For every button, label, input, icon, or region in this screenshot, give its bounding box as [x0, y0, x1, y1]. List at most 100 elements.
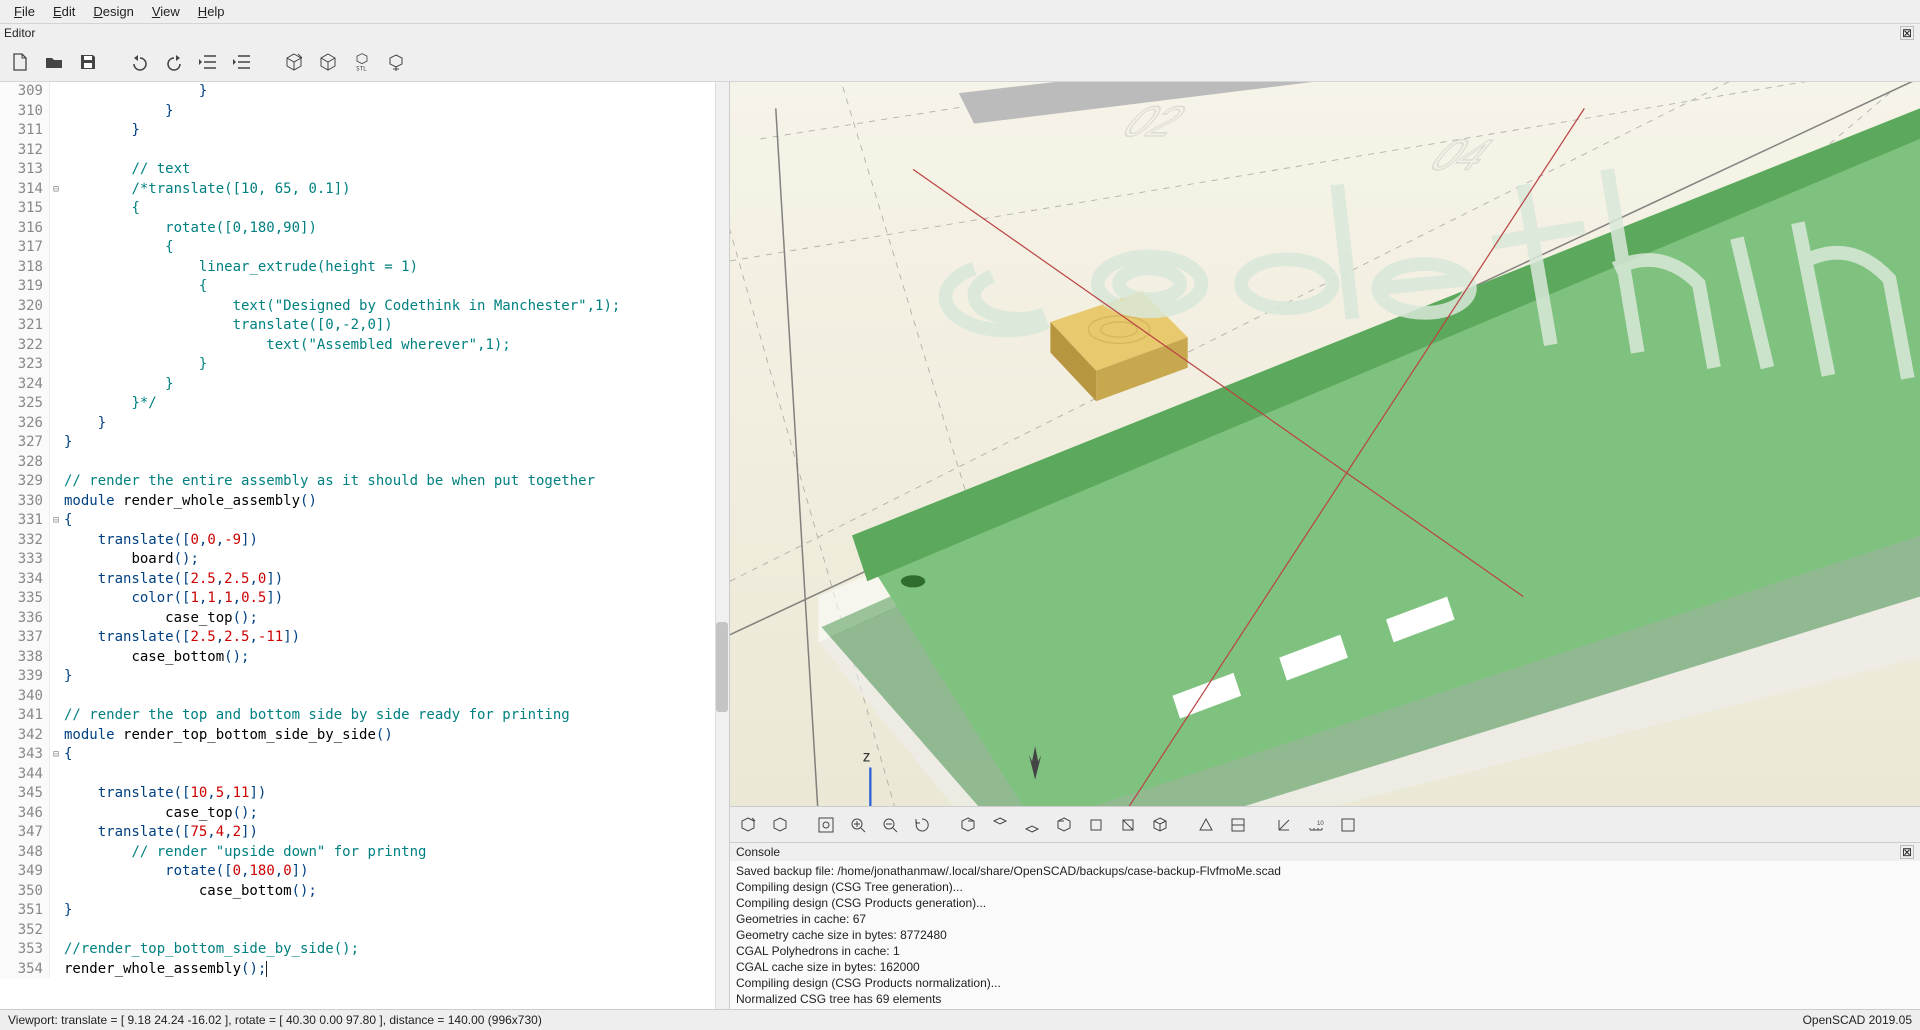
code-line[interactable]: 347 translate([75,4,2]) — [0, 823, 729, 843]
code-line[interactable]: 322 text("Assembled wherever",1); — [0, 336, 729, 356]
menu-design[interactable]: Design — [85, 2, 141, 21]
vt-view-back-icon[interactable] — [1116, 813, 1140, 837]
code-line[interactable]: 349 rotate([0,180,0]) — [0, 862, 729, 882]
vt-view-front-icon[interactable] — [1084, 813, 1108, 837]
code-line[interactable]: 333 board(); — [0, 550, 729, 570]
indent-icon[interactable] — [230, 50, 254, 74]
code-line[interactable]: 345 translate([10,5,11]) — [0, 784, 729, 804]
code-line[interactable]: 317 { — [0, 238, 729, 258]
vt-zoomin-icon[interactable] — [846, 813, 870, 837]
vt-ortho-icon[interactable] — [1226, 813, 1250, 837]
code-line[interactable]: 323 } — [0, 355, 729, 375]
console-line: Compiling design (CSG Products normaliza… — [736, 975, 1914, 991]
code-line[interactable]: 352 — [0, 921, 729, 941]
code-line[interactable]: 337 translate([2.5,2.5,-11]) — [0, 628, 729, 648]
open-icon[interactable] — [42, 50, 66, 74]
code-editor[interactable]: 309 }310 }311 }312313 // text314⊟ /*tran… — [0, 82, 729, 1009]
menu-edit[interactable]: Edit — [45, 2, 83, 21]
code-line[interactable]: 319 { — [0, 277, 729, 297]
vt-scale-icon[interactable]: 10 — [1304, 813, 1328, 837]
vt-axes-icon[interactable] — [1272, 813, 1296, 837]
redo-icon[interactable] — [162, 50, 186, 74]
console-line: Geometries in cache: 67 — [736, 911, 1914, 927]
vt-view-bottom-icon[interactable] — [1020, 813, 1044, 837]
code-line[interactable]: 338 case_bottom(); — [0, 648, 729, 668]
code-line[interactable]: 318 linear_extrude(height = 1) — [0, 258, 729, 278]
vt-zoomout-icon[interactable] — [878, 813, 902, 837]
send-print-icon[interactable] — [384, 50, 408, 74]
code-line[interactable]: 334 translate([2.5,2.5,0]) — [0, 570, 729, 590]
undo-icon[interactable] — [128, 50, 152, 74]
code-line[interactable]: 315 { — [0, 199, 729, 219]
render-icon[interactable] — [316, 50, 340, 74]
editor-label: Editor — [4, 26, 1900, 40]
console-line: Compiling design (CSG Products generatio… — [736, 895, 1914, 911]
unindent-icon[interactable] — [196, 50, 220, 74]
console-dock-title: Console ⊠ — [730, 842, 1920, 861]
code-line[interactable]: 314⊟ /*translate([10, 65, 0.1]) — [0, 180, 729, 200]
code-line[interactable]: 312 — [0, 141, 729, 161]
code-line[interactable]: 331⊟{ — [0, 511, 729, 531]
code-line[interactable]: 320 text("Designed by Codethink in Manch… — [0, 297, 729, 317]
vt-persp-icon[interactable] — [1194, 813, 1218, 837]
code-line[interactable]: 310 } — [0, 102, 729, 122]
code-line[interactable]: 353//render_top_bottom_side_by_side(); — [0, 940, 729, 960]
code-line[interactable]: 316 rotate([0,180,90]) — [0, 219, 729, 239]
editor-dock-title: Editor ⊠ — [0, 24, 1920, 42]
code-line[interactable]: 313 // text — [0, 160, 729, 180]
code-line[interactable]: 346 case_top(); — [0, 804, 729, 824]
vt-view-right-icon[interactable] — [956, 813, 980, 837]
code-line[interactable]: 324 } — [0, 375, 729, 395]
console-label: Console — [736, 845, 1900, 859]
code-line[interactable]: 351} — [0, 901, 729, 921]
code-line[interactable]: 344 — [0, 765, 729, 785]
vt-wire-icon[interactable] — [1336, 813, 1360, 837]
menu-file[interactable]: File — [6, 2, 43, 21]
3d-viewport[interactable]: 02 04 — [730, 82, 1920, 806]
svg-text:10: 10 — [1317, 821, 1324, 827]
editor-scrollbar[interactable] — [715, 82, 729, 1009]
export-stl-icon[interactable]: STL — [350, 50, 374, 74]
code-line[interactable]: 348 // render "upside down" for printng — [0, 843, 729, 863]
console-line: Compile and preview finished. — [736, 1007, 1914, 1009]
code-line[interactable]: 326 } — [0, 414, 729, 434]
code-line[interactable]: 329// render the entire assembly as it s… — [0, 472, 729, 492]
preview-icon[interactable] — [282, 50, 306, 74]
code-line[interactable]: 309 } — [0, 82, 729, 102]
code-line[interactable]: 328 — [0, 453, 729, 473]
code-line[interactable]: 327} — [0, 433, 729, 453]
code-line[interactable]: 335 color([1,1,1,0.5]) — [0, 589, 729, 609]
save-icon[interactable] — [76, 50, 100, 74]
code-line[interactable]: 336 case_top(); — [0, 609, 729, 629]
vt-render-icon[interactable] — [768, 813, 792, 837]
code-line[interactable]: 339} — [0, 667, 729, 687]
code-line[interactable]: 321 translate([0,-2,0]) — [0, 316, 729, 336]
console-output[interactable]: Saved backup file: /home/jonathanmaw/.lo… — [730, 861, 1920, 1009]
svg-text:STL: STL — [356, 66, 367, 72]
console-line: CGAL cache size in bytes: 162000 — [736, 959, 1914, 975]
code-line[interactable]: 330module render_whole_assembly() — [0, 492, 729, 512]
vt-view-left-icon[interactable] — [1052, 813, 1076, 837]
status-right: OpenSCAD 2019.05 — [1803, 1013, 1912, 1027]
main-toolbar: STL — [0, 42, 1920, 82]
code-line[interactable]: 332 translate([0,0,-9]) — [0, 531, 729, 551]
menu-view[interactable]: View — [144, 2, 188, 21]
new-icon[interactable] — [8, 50, 32, 74]
code-line[interactable]: 343⊟{ — [0, 745, 729, 765]
editor-close-icon[interactable]: ⊠ — [1900, 26, 1914, 40]
vt-view-diag-icon[interactable] — [1148, 813, 1172, 837]
scrollbar-thumb[interactable] — [716, 622, 728, 712]
console-close-icon[interactable]: ⊠ — [1900, 845, 1914, 859]
code-line[interactable]: 350 case_bottom(); — [0, 882, 729, 902]
vt-reset-icon[interactable] — [910, 813, 934, 837]
vt-viewall-icon[interactable] — [814, 813, 838, 837]
menu-help[interactable]: Help — [190, 2, 233, 21]
code-line[interactable]: 311 } — [0, 121, 729, 141]
code-line[interactable]: 341// render the top and bottom side by … — [0, 706, 729, 726]
code-line[interactable]: 325 }*/ — [0, 394, 729, 414]
code-line[interactable]: 342module render_top_bottom_side_by_side… — [0, 726, 729, 746]
code-line[interactable]: 340 — [0, 687, 729, 707]
code-line[interactable]: 354render_whole_assembly(); — [0, 960, 729, 980]
vt-preview-icon[interactable] — [736, 813, 760, 837]
vt-view-top-icon[interactable] — [988, 813, 1012, 837]
